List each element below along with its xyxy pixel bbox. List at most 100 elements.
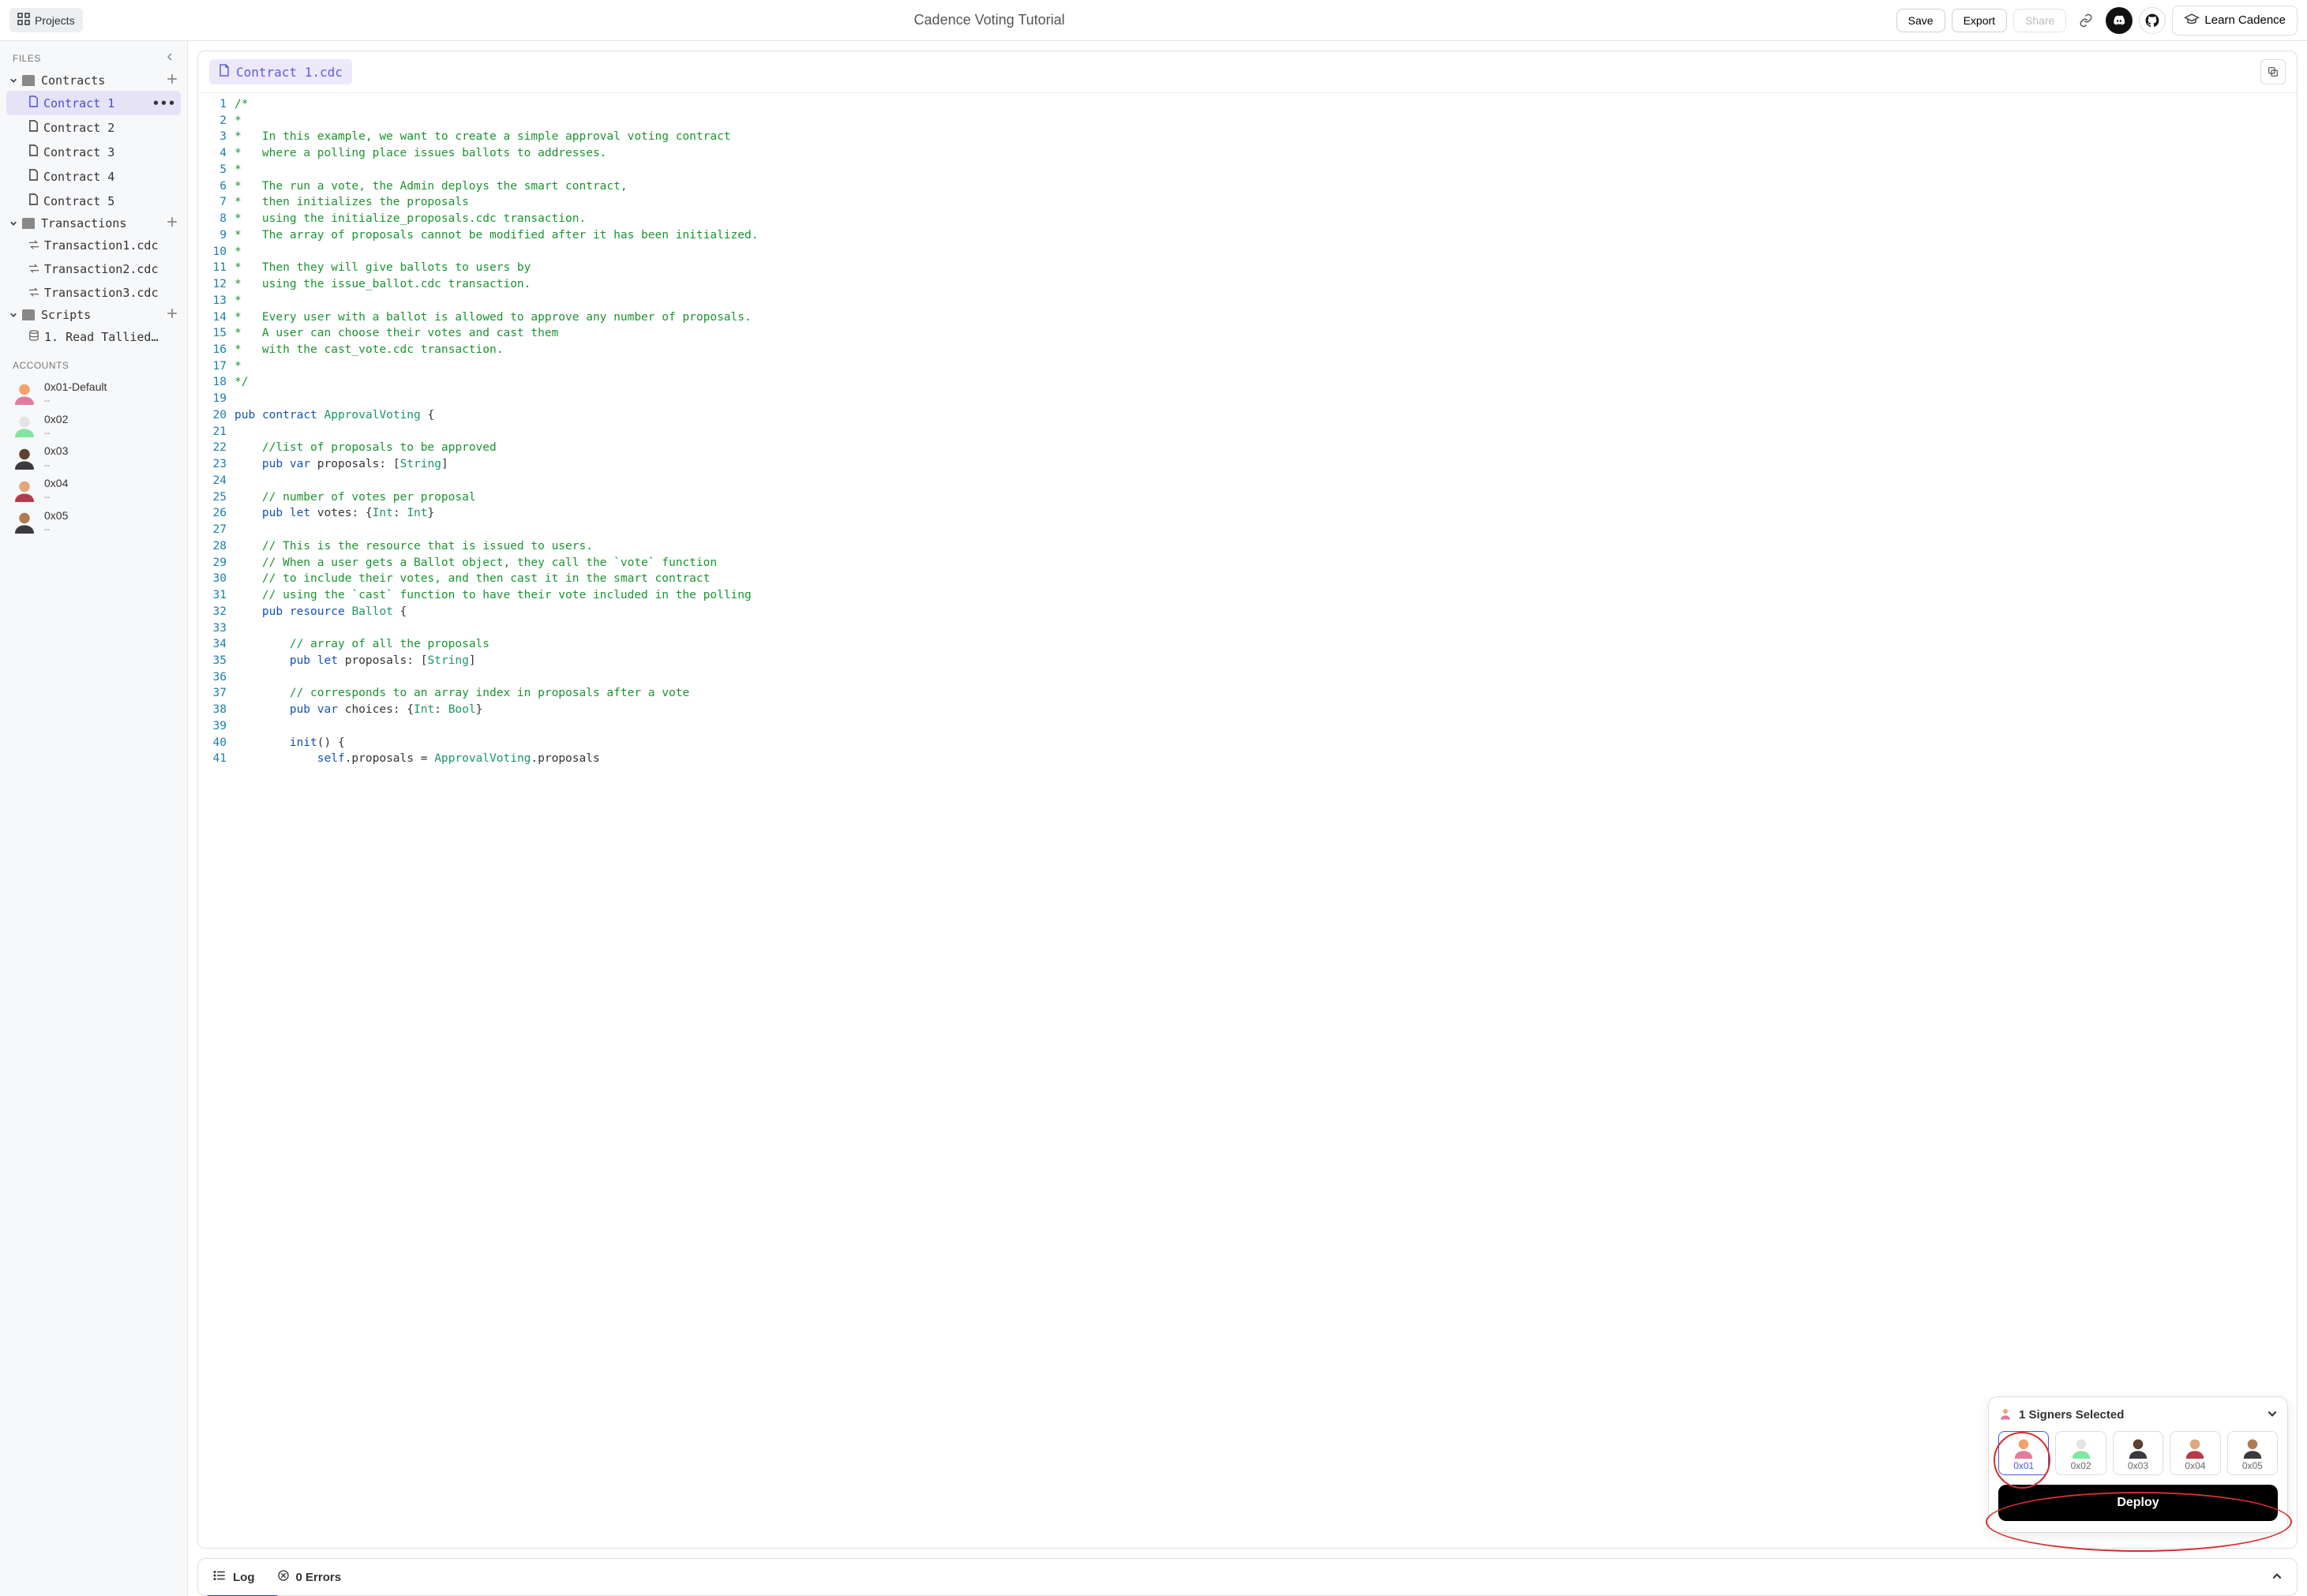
- signer-0x04[interactable]: 0x04: [2170, 1431, 2220, 1475]
- signer-label: 0x02: [2071, 1460, 2091, 1471]
- tx-icon: [28, 286, 39, 300]
- signer-0x01[interactable]: 0x01: [1998, 1431, 2049, 1475]
- file-icon: [28, 120, 39, 135]
- account-item[interactable]: 0x03--: [6, 441, 181, 474]
- folder-icon: [22, 309, 35, 320]
- account-item[interactable]: 0x02--: [6, 410, 181, 442]
- signer-0x05[interactable]: 0x05: [2227, 1431, 2278, 1475]
- avatar-icon: [2070, 1437, 2092, 1459]
- deploy-panel: 1 Signers Selected 0x01 0x02 0x03 0x04 0…: [1988, 1396, 2288, 1533]
- account-item[interactable]: 0x01-Default--: [6, 377, 181, 410]
- grid-icon: [17, 13, 30, 28]
- person-icon: [1998, 1407, 2013, 1423]
- file-label: Contract 1: [43, 96, 114, 111]
- collapse-sidebar-icon[interactable]: [165, 52, 174, 64]
- file-groups: Contracts Contract 1 ••• Contract 2 Contr…: [6, 70, 181, 349]
- signer-row: 0x01 0x02 0x03 0x04 0x05: [1998, 1431, 2278, 1475]
- save-button[interactable]: Save: [1896, 9, 1945, 32]
- folder-icon: [22, 75, 35, 86]
- file-item[interactable]: Contract 2: [6, 115, 181, 140]
- error-icon: [277, 1569, 290, 1585]
- file-icon: [219, 64, 230, 80]
- add-file-button[interactable]: [167, 216, 178, 230]
- more-icon[interactable]: •••: [152, 96, 176, 111]
- signer-label: 0x01: [2013, 1460, 2034, 1471]
- file-item[interactable]: Transaction1.cdc: [6, 234, 181, 257]
- top-bar: Projects Cadence Voting Tutorial Save Ex…: [0, 0, 2307, 41]
- signer-label: 0x03: [2128, 1460, 2148, 1471]
- db-icon: [28, 330, 39, 344]
- file-item[interactable]: Contract 5: [6, 189, 181, 213]
- top-actions: Save Export Share Learn Cadence: [1896, 6, 2298, 36]
- account-label: 0x01-Default--: [44, 380, 107, 406]
- add-file-button[interactable]: [167, 308, 178, 322]
- projects-button[interactable]: Projects: [9, 8, 83, 32]
- chevron-down-icon: [8, 219, 19, 227]
- file-tab-label: Contract 1.cdc: [236, 65, 343, 80]
- avatar-icon: [2241, 1437, 2264, 1459]
- editor-card: Contract 1.cdc 1234567891011121314151617…: [197, 51, 2298, 1549]
- file-icon: [28, 96, 39, 111]
- file-label: 1. Read Tallied…: [44, 330, 159, 344]
- file-item[interactable]: Contract 4: [6, 164, 181, 189]
- sidebar: FILES Contracts Contract 1••• Contract 2…: [0, 41, 188, 1596]
- page-title: Cadence Voting Tutorial: [89, 12, 1890, 28]
- group-header-contracts[interactable]: Contracts: [6, 70, 181, 91]
- signer-label: 0x04: [2185, 1460, 2205, 1471]
- export-button[interactable]: Export: [1952, 9, 2007, 32]
- copy-button[interactable]: [2260, 59, 2286, 84]
- tx-icon: [28, 238, 39, 253]
- group-header-scripts[interactable]: Scripts: [6, 305, 181, 325]
- account-item[interactable]: 0x04--: [6, 474, 181, 506]
- deploy-button[interactable]: Deploy: [1998, 1485, 2278, 1521]
- deploy-header[interactable]: 1 Signers Selected: [1998, 1407, 2278, 1423]
- file-icon: [28, 144, 39, 159]
- share-button: Share: [2013, 9, 2066, 32]
- file-item[interactable]: Contract 3: [6, 140, 181, 164]
- file-label: Contract 2: [43, 121, 114, 135]
- errors-label: 0 Errors: [296, 1571, 342, 1584]
- signers-selected-text: 1 Signers Selected: [2019, 1408, 2260, 1422]
- account-item[interactable]: 0x05--: [6, 506, 181, 538]
- group-header-transactions[interactable]: Transactions: [6, 213, 181, 234]
- expand-log-icon[interactable]: [2271, 1571, 2283, 1584]
- file-item[interactable]: 1. Read Tallied…: [6, 325, 181, 349]
- file-label: Transaction2.cdc: [44, 262, 159, 276]
- discord-icon[interactable]: [2106, 7, 2133, 34]
- graduation-cap-icon: [2184, 11, 2200, 30]
- log-tab[interactable]: Log: [212, 1568, 255, 1586]
- log-bar[interactable]: Log 0 Errors: [197, 1558, 2298, 1596]
- accounts-list: 0x01-Default-- 0x02-- 0x03-- 0x04-- 0x05…: [6, 377, 181, 538]
- learn-cadence-button[interactable]: Learn Cadence: [2172, 6, 2298, 36]
- file-label: Contract 5: [43, 194, 114, 208]
- group-label: Contracts: [41, 73, 105, 88]
- main: FILES Contracts Contract 1••• Contract 2…: [0, 41, 2307, 1596]
- file-label: Transaction1.cdc: [44, 238, 159, 253]
- group-label: Transactions: [41, 216, 126, 230]
- avatar-icon: [13, 510, 36, 534]
- tab-bar: Contract 1.cdc: [198, 51, 2297, 93]
- avatar-icon: [13, 478, 36, 502]
- errors-tab[interactable]: 0 Errors: [277, 1569, 342, 1585]
- file-item[interactable]: Transaction3.cdc: [6, 281, 181, 305]
- avatar-icon: [2013, 1437, 2035, 1459]
- file-item[interactable]: Transaction2.cdc: [6, 257, 181, 281]
- file-tab[interactable]: Contract 1.cdc: [209, 59, 352, 84]
- chevron-down-icon: [2267, 1408, 2278, 1422]
- signer-0x02[interactable]: 0x02: [2055, 1431, 2106, 1475]
- code-editor[interactable]: 1234567891011121314151617181920212223242…: [198, 93, 2297, 1548]
- avatar-icon: [13, 381, 36, 405]
- chevron-down-icon: [8, 311, 19, 319]
- add-file-button[interactable]: [167, 73, 178, 88]
- link-icon[interactable]: [2073, 7, 2099, 34]
- signer-0x03[interactable]: 0x03: [2113, 1431, 2163, 1475]
- file-label: Contract 4: [43, 170, 114, 184]
- avatar-icon: [13, 446, 36, 470]
- account-label: 0x05--: [44, 509, 68, 535]
- account-label: 0x02--: [44, 413, 68, 439]
- github-icon[interactable]: [2139, 7, 2166, 34]
- avatar-icon: [13, 414, 36, 437]
- code-lines: /*** In this example, we want to create …: [234, 93, 758, 770]
- file-item[interactable]: Contract 1 •••: [6, 91, 181, 115]
- accounts-header: ACCOUNTS: [6, 354, 181, 373]
